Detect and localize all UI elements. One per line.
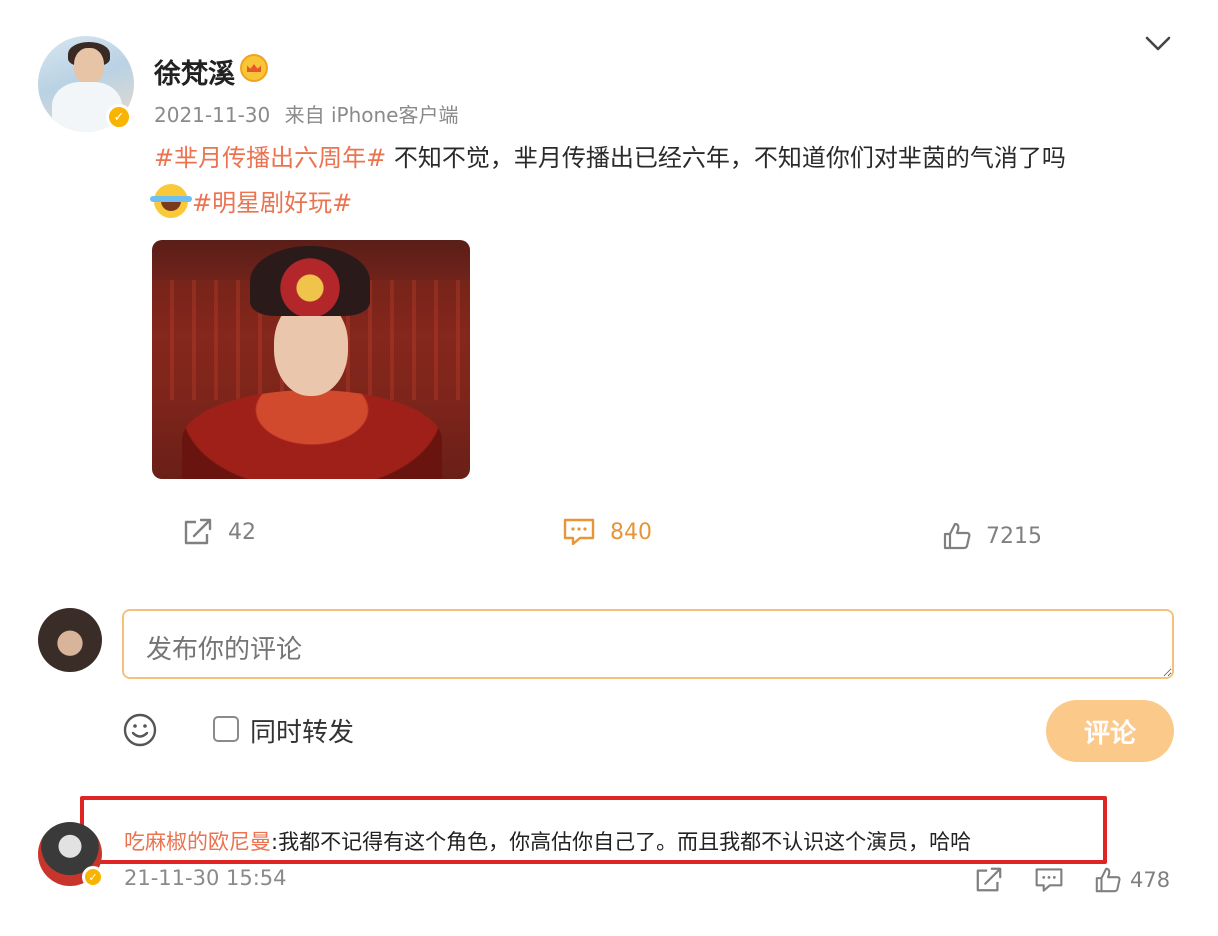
comment-count: 840	[610, 519, 652, 545]
repost-button[interactable]: 42	[182, 514, 256, 550]
submit-comment-button[interactable]: 评论	[1046, 700, 1174, 762]
chevron-down-icon[interactable]	[1142, 30, 1174, 56]
topic-link-anniversary[interactable]: #芈月传播出六周年#	[154, 144, 386, 172]
like-count: 7215	[986, 523, 1042, 549]
post-source: 来自 iPhone客户端	[284, 103, 459, 127]
like-button[interactable]: 7215	[942, 518, 1042, 554]
comment-icon	[563, 518, 595, 546]
comment-like-button[interactable]: 478	[1094, 864, 1170, 896]
comment-text: :我都不记得有这个角色，你高估你自己了。而且我都不认识这个演员，哈哈	[271, 830, 972, 854]
repost-checkbox-label[interactable]: 同时转发	[250, 712, 354, 749]
repost-count: 42	[228, 519, 256, 545]
post-timestamp[interactable]: 2021-11-30	[154, 103, 270, 127]
share-icon	[976, 867, 1002, 892]
comment-reply-button[interactable]	[1034, 864, 1064, 896]
image-robe	[182, 390, 442, 479]
laugh-cry-emoji-icon	[150, 183, 192, 218]
post-text-line1: #芈月传播出六周年# 不知不觉，芈月传播出已经六年，不知道你们对芈茵的气消了吗	[154, 138, 1066, 173]
comment-time: 21-11-30 15:54	[124, 866, 287, 890]
post-image[interactable]	[152, 240, 470, 479]
author-name[interactable]: 徐梵溪	[154, 52, 235, 91]
current-user-avatar[interactable]	[38, 608, 102, 672]
avatar-face	[74, 48, 104, 84]
smile-icon[interactable]	[122, 712, 158, 748]
post-text: 不知不觉，芈月传播出已经六年，不知道你们对芈茵的气消了吗	[386, 144, 1066, 172]
image-headdress	[250, 246, 370, 316]
thumbs-up-icon	[943, 522, 971, 550]
comment-body: 吃麻椒的欧尼曼:我都不记得有这个角色，你高估你自己了。而且我都不认识这个演员，哈…	[124, 826, 971, 856]
comment-like-count: 478	[1130, 868, 1171, 892]
comment-input[interactable]	[122, 609, 1174, 679]
topic-link-star-drama[interactable]: #明星剧好玩#	[192, 183, 352, 218]
verified-badge-icon: ✓	[106, 104, 132, 130]
share-icon	[184, 518, 212, 545]
verified-badge-icon: ✓	[82, 866, 104, 888]
thumbs-up-icon	[1095, 867, 1121, 893]
comment-button[interactable]: 840	[562, 514, 652, 550]
post-meta: 2021-11-30 来自 iPhone客户端	[154, 99, 458, 128]
comment-icon	[1035, 868, 1063, 892]
crown-icon	[240, 54, 268, 82]
comment-repost-button[interactable]	[974, 864, 1004, 896]
post-text-line2: #明星剧好玩#	[150, 183, 352, 218]
repost-checkbox[interactable]	[213, 716, 239, 742]
comment-author[interactable]: 吃麻椒的欧尼曼	[124, 830, 271, 854]
